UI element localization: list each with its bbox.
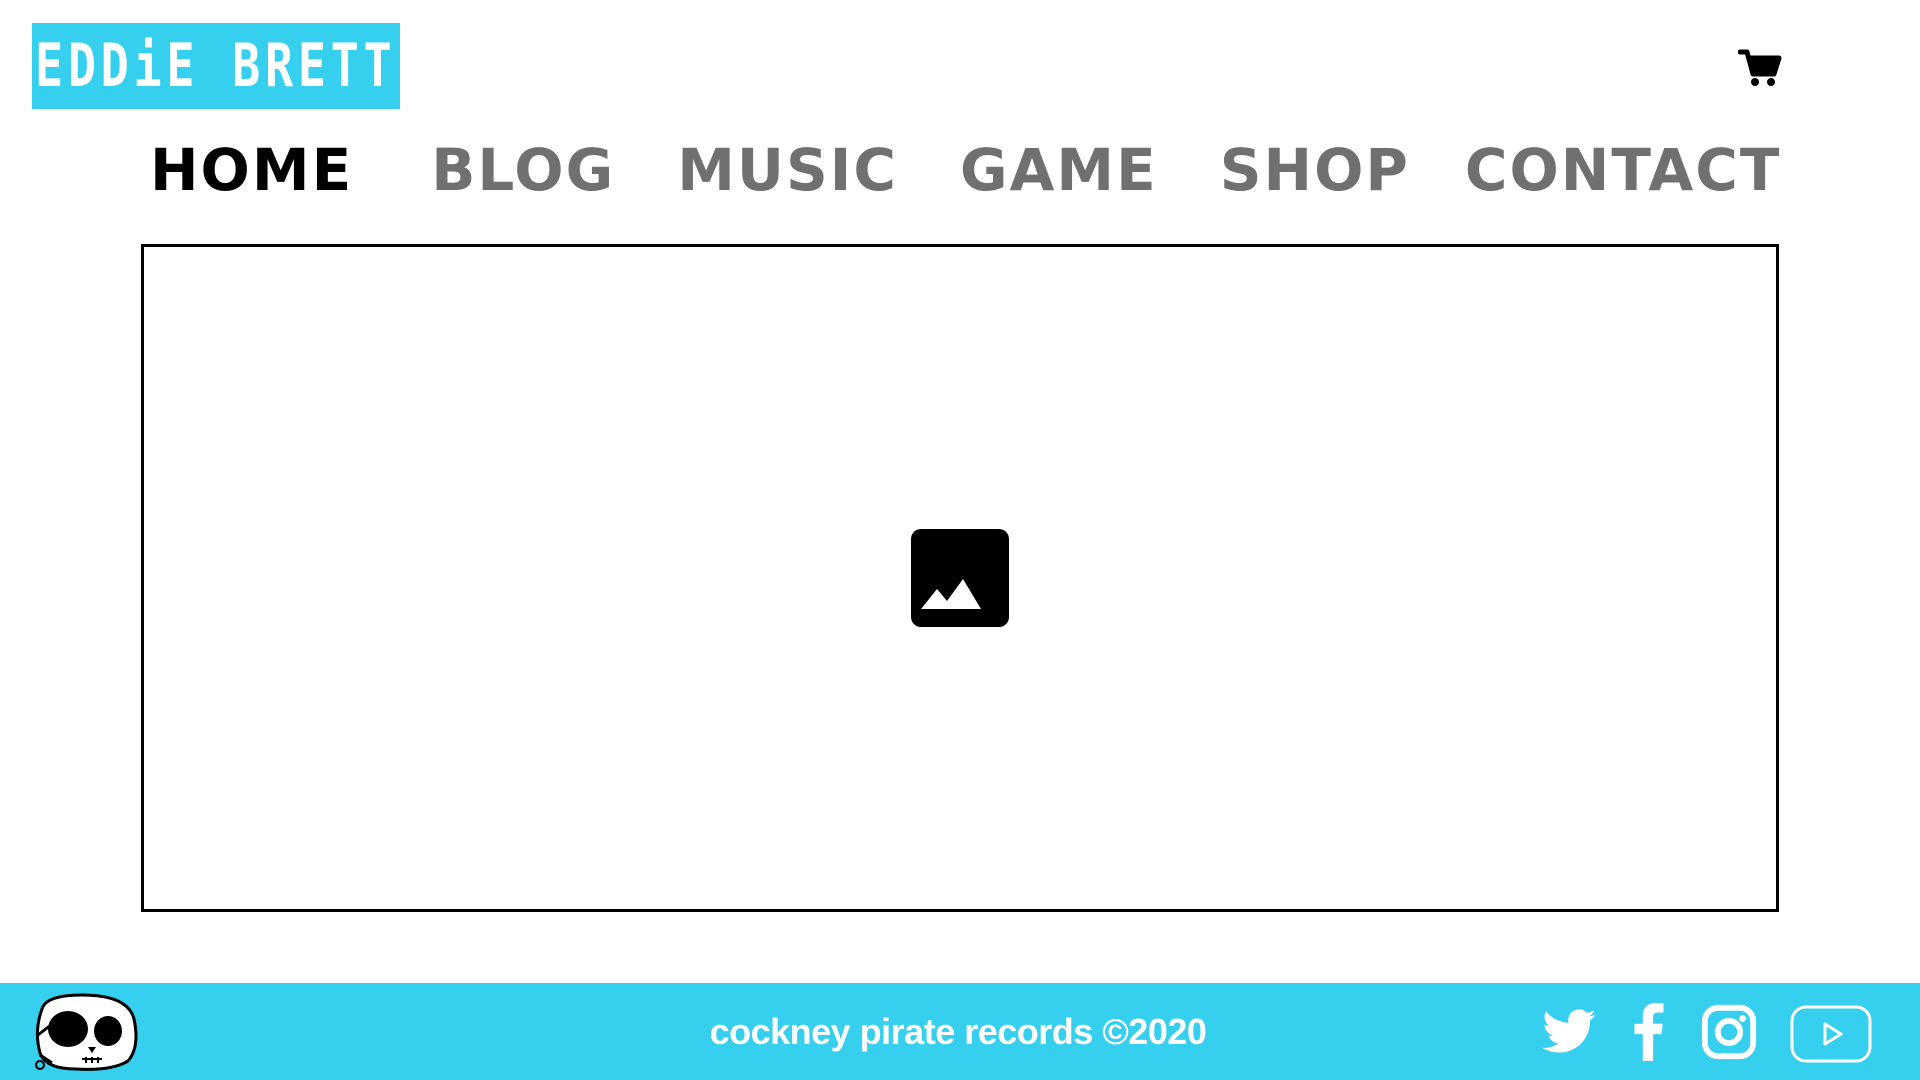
- site-logo[interactable]: EDDiE BRETT: [32, 23, 400, 109]
- nav-home[interactable]: HOME: [150, 136, 353, 204]
- copyright-text: cockney pirate records ©2020: [709, 1010, 1207, 1052]
- page: EDDiE BRETT HOME BLOG MUSIC GAME SHOP CO…: [0, 0, 1920, 1080]
- nav-shop[interactable]: SHOP: [1220, 136, 1410, 204]
- main-nav: HOME BLOG MUSIC GAME SHOP CONTACT: [150, 134, 1781, 206]
- logo-text: EDDiE BRETT: [35, 31, 397, 101]
- facebook-icon[interactable]: [1632, 1003, 1666, 1061]
- shopping-cart-icon[interactable]: [1738, 48, 1782, 88]
- hero-image-frame: [141, 244, 1779, 912]
- nav-contact[interactable]: CONTACT: [1465, 136, 1782, 204]
- nav-game[interactable]: GAME: [960, 136, 1158, 204]
- instagram-icon[interactable]: [1700, 1003, 1758, 1061]
- nav-music[interactable]: MUSIC: [677, 136, 898, 204]
- footer: cockney pirate records ©2020: [0, 983, 1920, 1080]
- youtube-icon[interactable]: [1790, 1005, 1872, 1063]
- nav-blog[interactable]: BLOG: [431, 136, 615, 204]
- twitter-icon[interactable]: [1540, 1003, 1598, 1061]
- image-placeholder-icon: [911, 529, 1009, 627]
